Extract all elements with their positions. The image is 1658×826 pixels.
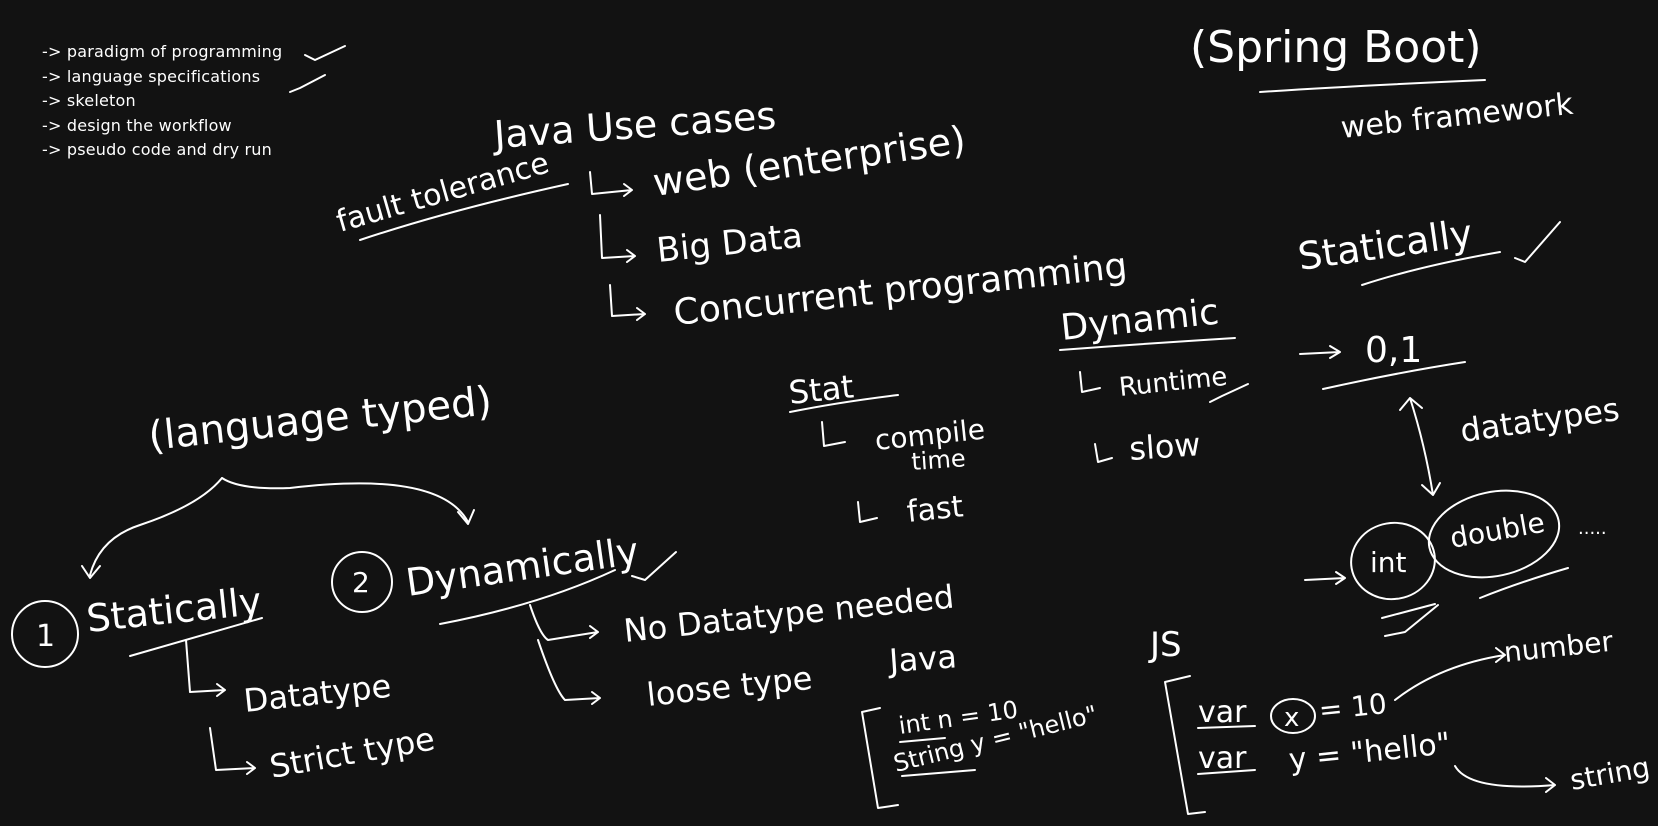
runtime-note: Runtime xyxy=(1118,362,1229,403)
sub-arrow xyxy=(589,171,633,197)
statically-note: Statically xyxy=(84,579,263,641)
js-var-keyword: var xyxy=(1198,695,1247,730)
datatypes-note: datatypes xyxy=(1458,390,1622,450)
sub-arrow xyxy=(821,421,846,447)
strict-type-note: Strict type xyxy=(267,720,438,786)
sub-arrow xyxy=(209,727,256,775)
js-code-heading: JS xyxy=(1148,625,1182,665)
dynamically-note: Dynamically xyxy=(403,529,641,605)
slow-note: slow xyxy=(1128,425,1202,468)
no-datatype-needed-note: No Datatype needed xyxy=(622,577,956,649)
arrow xyxy=(1304,571,1346,585)
brace xyxy=(81,477,223,579)
string-type-note: string xyxy=(1567,750,1652,796)
js-assign-string: y = "hello" xyxy=(1287,726,1452,778)
underline xyxy=(1381,603,1436,619)
ellipsis-note: ..... xyxy=(1578,518,1607,539)
language-typed-heading: (language typed) xyxy=(146,378,494,460)
sub-arrow xyxy=(529,604,599,641)
sub-arrow xyxy=(857,501,878,523)
zero-one-note: 0,1 xyxy=(1365,330,1422,371)
checkmark-icon xyxy=(1514,221,1561,263)
sub-arrow xyxy=(185,639,226,697)
sub-arrow xyxy=(1079,371,1101,393)
time-note: time xyxy=(910,444,966,476)
big-data-note: Big Data xyxy=(655,216,805,271)
checkmark-icon xyxy=(289,74,326,93)
web-framework-note: web framework xyxy=(1339,87,1575,146)
arrow xyxy=(1394,647,1506,701)
number-type-note: number xyxy=(1502,625,1615,669)
number-1-label: 1 xyxy=(36,619,55,654)
statically-top-note: Statically xyxy=(1295,211,1475,279)
sub-arrow xyxy=(599,214,636,263)
fault-tolerance-note: fault tolerance xyxy=(333,146,553,240)
double-label: double xyxy=(1447,506,1547,555)
java-code-heading: Java xyxy=(886,637,958,680)
sub-arrow xyxy=(1094,443,1113,463)
checkmark-icon xyxy=(304,45,346,61)
underline xyxy=(1479,567,1569,599)
loose-type-note: loose type xyxy=(645,659,814,714)
double-arrow xyxy=(1399,397,1441,496)
datatype-note: Datatype xyxy=(242,667,393,720)
js-x-variable: x xyxy=(1284,703,1299,733)
sub-arrow xyxy=(609,284,646,321)
js-var-keyword: var xyxy=(1198,741,1247,776)
whiteboard-canvas: (Spring Boot) web framework Java Use cas… xyxy=(11,22,1652,815)
number-2-label: 2 xyxy=(352,566,370,599)
sub-arrow xyxy=(537,639,601,705)
brace xyxy=(221,477,475,525)
arrow xyxy=(1299,345,1341,359)
spring-boot-heading: (Spring Boot) xyxy=(1190,22,1482,73)
underline xyxy=(1259,79,1486,93)
fast-note: fast xyxy=(905,489,965,530)
js-assign-value: = 10 xyxy=(1317,687,1388,727)
arrow xyxy=(1454,765,1556,793)
stat-note: Stat xyxy=(787,367,856,412)
int-label: int xyxy=(1370,546,1407,579)
